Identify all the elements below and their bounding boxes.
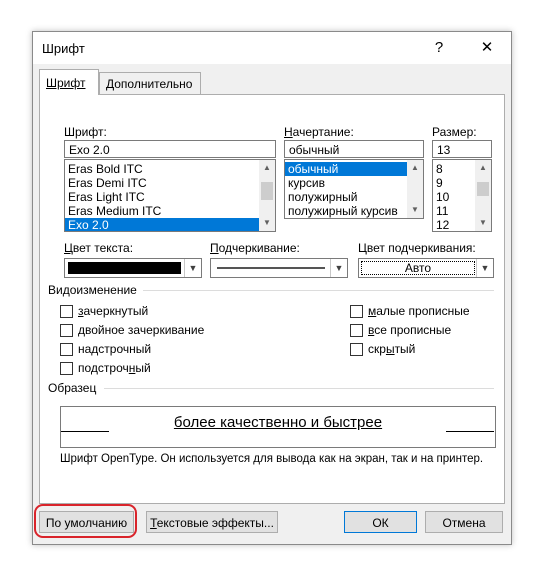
superscript-checkbox[interactable] [60,343,73,356]
style-label: Начертание: [284,125,354,139]
style-list-item[interactable]: курсив [285,176,423,190]
style-list-item[interactable]: полужирный [285,190,423,204]
underline-sample [217,267,325,269]
chevron-down-icon[interactable]: ▼ [184,259,201,277]
underline-color-select[interactable]: Авто ▼ [358,258,494,278]
underline-label: Подчеркивание: [210,241,300,255]
scroll-up-icon[interactable]: ▲ [407,160,423,176]
hidden-label: скрытый [368,342,416,356]
dialog-title: Шрифт [42,41,85,56]
text-color-swatch [68,262,181,274]
double-strikethrough-checkbox[interactable] [60,324,73,337]
font-list-item[interactable]: Eras Demi ITC [65,176,275,190]
font-list-item-selected[interactable]: Exo 2.0 [65,218,259,231]
subscript-checkbox[interactable] [60,362,73,375]
style-list-item-selected[interactable]: обычный [285,162,407,176]
text-color-label: Цвет текста: [64,241,134,255]
style-list[interactable]: обычный курсив полужирный полужирный кур… [284,159,424,219]
cancel-label: Отмена [442,516,486,530]
font-list-scrollbar[interactable]: ▲ ▼ [259,160,275,231]
effects-divider [126,290,494,291]
title-bar: Шрифт ? ✕ [33,32,511,64]
font-list[interactable]: Eras Bold ITC Eras Demi ITC Eras Light I… [64,159,276,232]
scroll-up-icon[interactable]: ▲ [475,160,491,176]
size-label: Размер: [432,125,477,139]
underline-color-label: Цвет подчеркивания: [358,241,476,255]
font-dialog: Шрифт ? ✕ Шрифт Дополнительно Шрифт: Exo… [32,31,512,545]
all-caps-checkbox[interactable] [350,324,363,337]
size-input[interactable]: 13 [432,140,492,158]
scroll-up-icon[interactable]: ▲ [259,160,275,176]
preview-box: более качественно и быстрее [60,406,496,448]
scroll-thumb[interactable] [261,182,273,200]
font-info-note: Шрифт OpenType. Он используется для выво… [60,453,484,465]
underline-style-select[interactable]: ▼ [210,258,348,278]
scroll-thumb[interactable] [477,182,489,196]
ok-label: ОК [372,516,389,530]
help-button[interactable]: ? [425,36,453,60]
size-list-scrollbar[interactable]: ▲ ▼ [475,160,491,231]
superscript-label: надстрочный [78,342,152,356]
subscript-label: подстрочный [78,361,151,375]
style-list-scrollbar[interactable]: ▲ ▼ [407,160,423,218]
tab-font-label: Шрифт [46,76,86,90]
small-caps-label: малые прописные [368,304,470,318]
size-list[interactable]: 8 9 10 11 12 ▲ ▼ [432,159,492,232]
effects-heading: Видоизменение [48,283,143,297]
all-caps-label: все прописные [368,323,452,337]
underline-color-value: Авто [361,261,475,275]
scroll-down-icon[interactable]: ▼ [259,215,275,231]
tab-advanced[interactable]: Дополнительно [99,72,201,95]
hidden-checkbox[interactable] [350,343,363,356]
ok-button[interactable]: ОК [344,511,417,533]
preview-heading: Образец [48,381,103,395]
scroll-down-icon[interactable]: ▼ [407,202,423,218]
scroll-down-icon[interactable]: ▼ [475,215,491,231]
preview-divider [104,388,494,389]
chevron-down-icon[interactable]: ▼ [330,259,347,277]
font-name-input[interactable]: Exo 2.0 [64,140,276,158]
font-label: Шрифт: [64,125,107,139]
font-tab-panel: Шрифт: Exo 2.0 Eras Bold ITC Eras Demi I… [39,94,505,504]
text-color-select[interactable]: ▼ [64,258,202,278]
double-strikethrough-label: двойное зачеркивание [78,323,205,337]
font-list-item[interactable]: Eras Light ITC [65,190,275,204]
preview-baseline-left [61,431,109,432]
strikethrough-label: зачеркнутый [78,304,149,318]
preview-sample-text: более качественно и быстрее [173,414,383,431]
cancel-button[interactable]: Отмена [425,511,503,533]
preview-baseline-right [446,431,494,432]
highlight-ring [34,504,137,538]
style-input[interactable]: обычный [284,140,424,158]
tab-font[interactable]: Шрифт [39,69,99,95]
tab-advanced-label: Дополнительно [106,77,193,91]
style-list-item[interactable]: полужирный курсив [285,204,423,218]
close-button[interactable]: ✕ [473,36,501,60]
strikethrough-checkbox[interactable] [60,305,73,318]
chevron-down-icon[interactable]: ▼ [476,259,493,277]
font-list-item[interactable]: Eras Medium ITC [65,204,275,218]
text-effects-label: Текстовые эффекты... [150,516,274,530]
small-caps-checkbox[interactable] [350,305,363,318]
font-list-item[interactable]: Eras Bold ITC [65,162,275,176]
text-effects-button[interactable]: Текстовые эффекты... [146,511,278,533]
